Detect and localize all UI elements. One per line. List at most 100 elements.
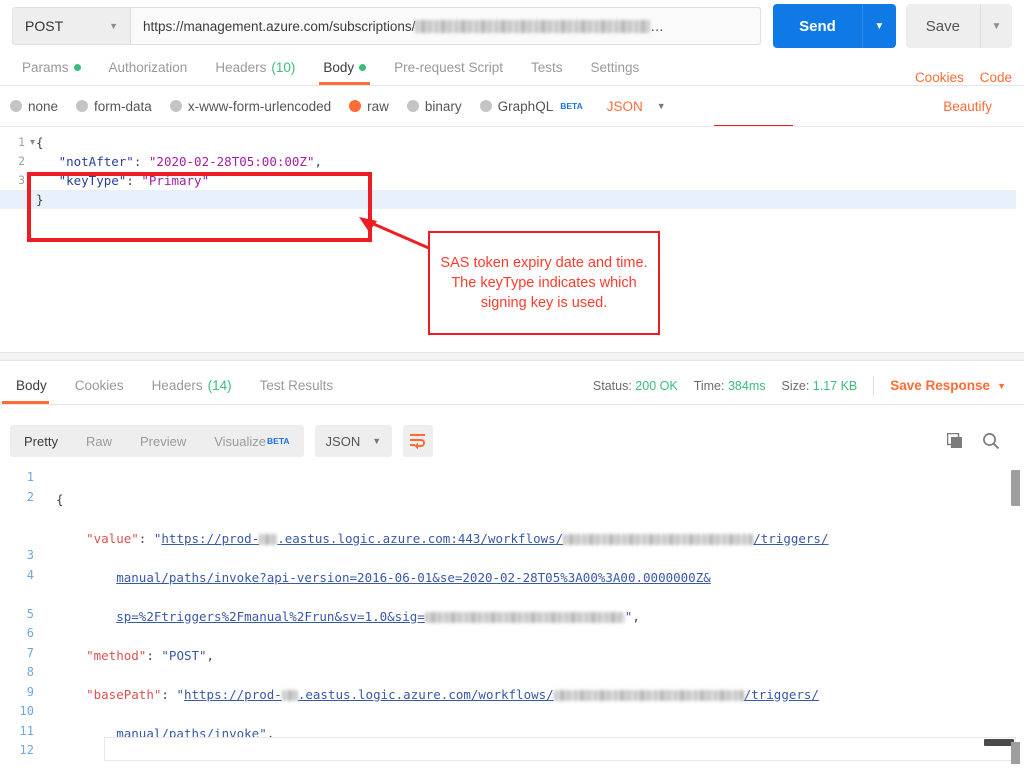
line-number: 3	[26, 548, 34, 562]
request-url-input[interactable]: https://management.azure.com/subscriptio…	[130, 7, 762, 45]
response-body-viewer[interactable]: 1 2 3 4 5 6 7 8 9 10 11 12 { "value": "h…	[0, 464, 1024, 779]
code-fold-toggle-icon[interactable]: ▾	[30, 133, 35, 152]
body-type-graphql-label: GraphQL	[497, 98, 554, 114]
send-button-label: Send	[773, 4, 862, 48]
body-type-raw-label: raw	[367, 98, 389, 114]
horizontal-scrollbar-track[interactable]	[104, 737, 1016, 761]
code-link[interactable]: Code	[980, 70, 1012, 85]
view-tab-visualize-label: Visualize	[214, 433, 267, 449]
code-colon: :	[126, 173, 142, 188]
request-line-numbers: 1 2 3 4	[0, 127, 30, 291]
response-format-value: JSON	[325, 433, 361, 449]
line-number: 10	[19, 704, 34, 718]
response-tab-body[interactable]: Body	[2, 367, 61, 404]
save-options-caret-icon[interactable]: ▼	[980, 4, 1012, 48]
tab-body-label: Body	[323, 59, 355, 75]
tab-body[interactable]: Body	[309, 49, 380, 85]
view-tab-pretty-label: Pretty	[24, 433, 58, 449]
tab-headers[interactable]: Headers (10)	[201, 49, 309, 85]
body-type-form-data[interactable]: form-data	[76, 99, 152, 114]
tab-headers-label: Headers	[215, 59, 267, 75]
code-line: "notAfter": "2020-02-28T05:00:00Z",	[36, 152, 1016, 171]
view-tab-raw[interactable]: Raw	[72, 425, 126, 457]
code-line: {	[56, 490, 1004, 510]
view-tab-visualize[interactable]: Visualize BETA	[200, 425, 303, 457]
horizontal-scrollbar-thumb[interactable]	[984, 739, 1014, 746]
line-number: 3	[18, 173, 25, 187]
body-type-raw[interactable]: raw	[349, 99, 389, 114]
redacted-region	[259, 533, 278, 545]
line-number: 2	[18, 154, 25, 168]
response-tab-test-results[interactable]: Test Results	[246, 367, 348, 404]
json-value-url-line2: manual/paths/invoke?api-version=2016-06-…	[116, 569, 711, 585]
http-method-select[interactable]: POST ▼	[12, 7, 130, 45]
response-line-numbers: 1 2 3 4 5 6 7 8 9 10 11 12	[0, 470, 42, 763]
line-number: 4	[26, 567, 34, 582]
tab-params[interactable]: Params	[8, 49, 95, 85]
cookies-link[interactable]: Cookies	[915, 70, 964, 85]
json-value-method: "POST"	[161, 647, 207, 663]
body-type-none-label: none	[28, 98, 59, 114]
json-key-notafter: "notAfter"	[58, 154, 134, 169]
copy-icon[interactable]	[947, 432, 964, 450]
size-label: Size:	[781, 378, 810, 393]
size-value: 1.17 KB	[812, 378, 858, 393]
body-type-row: none form-data x-www-form-urlencoded raw…	[0, 86, 1024, 126]
send-button[interactable]: Send ▼	[773, 4, 896, 48]
send-options-caret-icon[interactable]: ▼	[861, 4, 896, 48]
response-tab-cookies-label: Cookies	[74, 378, 124, 393]
vertical-scrollbar-thumb[interactable]	[1011, 470, 1020, 506]
json-value-basepath-tail: /triggers/	[743, 686, 819, 702]
beautify-button[interactable]: Beautify	[943, 99, 1014, 114]
code-line-active: }	[0, 190, 1016, 209]
tab-authorization[interactable]: Authorization	[95, 49, 202, 85]
tab-tests[interactable]: Tests	[517, 49, 577, 85]
save-response-button[interactable]: Save Response ▼	[890, 378, 1014, 393]
tab-authorization-label: Authorization	[108, 59, 188, 75]
code-brace-close: }	[36, 192, 44, 207]
radio-binary-icon	[406, 100, 419, 112]
response-body-code: { "value": "https://prod- .eastus.logic.a…	[56, 470, 1004, 779]
body-type-urlencoded[interactable]: x-www-form-urlencoded	[169, 98, 332, 114]
save-button[interactable]: Save ▼	[905, 4, 1012, 48]
body-type-binary[interactable]: binary	[406, 99, 462, 114]
body-type-none[interactable]: none	[10, 99, 58, 114]
response-tab-bar: Body Cookies Headers (14) Test Results S…	[0, 367, 1024, 405]
size-group: Size: 1.17 KB	[782, 379, 858, 393]
json-key-basepath: "basePath"	[86, 686, 162, 702]
json-value-url-line3: sp=%2Ftriggers%2Fmanual%2Frun&sv=1.0&sig…	[116, 608, 425, 624]
word-wrap-toggle-button[interactable]	[403, 425, 434, 457]
code-line: "basePath": "https://prod- .eastus.logic.…	[86, 686, 819, 702]
line-number: 11	[19, 723, 34, 738]
radio-graphql-icon	[479, 100, 492, 112]
time-value: 384ms	[727, 378, 766, 393]
response-panel-divider[interactable]	[0, 352, 1024, 361]
tab-pre-request-script[interactable]: Pre-request Script	[380, 49, 517, 85]
response-format-select[interactable]: JSON ▼	[314, 425, 393, 457]
view-tab-pretty[interactable]: Pretty	[10, 425, 72, 457]
tab-params-label: Params	[22, 59, 69, 75]
json-value-basepath-host: https://prod-	[183, 686, 282, 702]
response-view-toolbar: Pretty Raw Preview Visualize BETA JSON ▼	[0, 418, 1024, 464]
view-tab-preview[interactable]: Preview	[126, 425, 200, 457]
postman-window: POST ▼ https://management.azure.com/subs…	[0, 0, 1024, 779]
line-number: 8	[26, 665, 34, 679]
code-line: "keyType": "Primary"	[36, 171, 1016, 190]
body-type-graphql[interactable]: GraphQL BETA	[479, 98, 583, 114]
search-icon[interactable]	[982, 432, 1000, 450]
tab-settings-label: Settings	[590, 59, 640, 75]
response-tab-cookies[interactable]: Cookies	[61, 367, 138, 404]
body-format-select[interactable]: JSON ▼	[596, 93, 676, 119]
response-tab-headers[interactable]: Headers (14)	[138, 367, 246, 404]
tab-settings[interactable]: Settings	[576, 49, 653, 85]
request-tab-right-links: Cookies Code	[915, 70, 1016, 85]
radio-raw-icon	[349, 100, 362, 112]
json-value-notafter: "2020-02-28T05:00:00Z"	[148, 154, 315, 169]
response-tab-headers-count: (14)	[207, 378, 232, 393]
body-type-urlencoded-label: x-www-form-urlencoded	[187, 98, 332, 114]
body-format-value: JSON	[606, 98, 643, 114]
radio-none-icon	[10, 100, 22, 112]
response-toolbar-actions	[947, 432, 1014, 450]
request-url-bar: POST ▼ https://management.azure.com/subs…	[0, 0, 1024, 48]
vertical-scrollbar-thumb-bottom[interactable]	[1011, 742, 1020, 764]
